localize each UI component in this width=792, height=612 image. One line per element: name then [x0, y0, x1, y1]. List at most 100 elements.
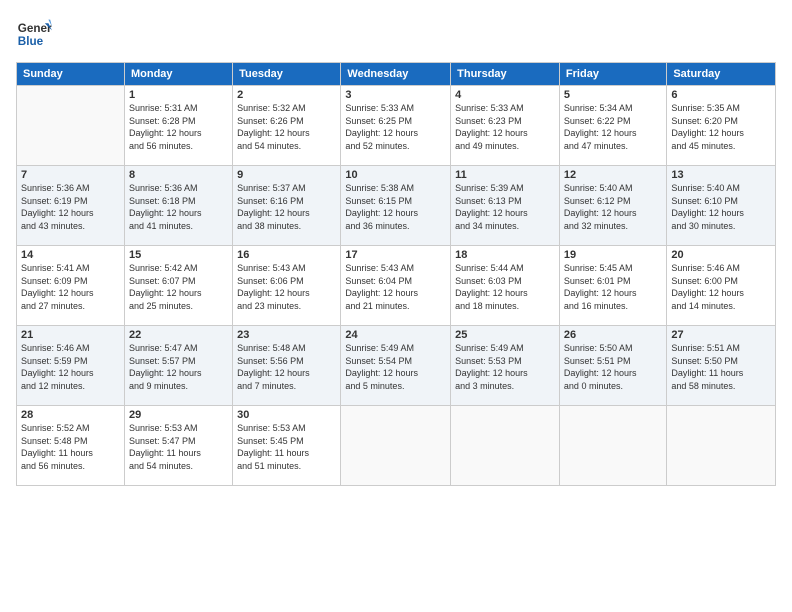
day-number: 8: [129, 169, 228, 181]
day-info: Sunrise: 5:50 AM Sunset: 5:51 PM Dayligh…: [564, 342, 662, 392]
day-info: Sunrise: 5:52 AM Sunset: 5:48 PM Dayligh…: [21, 422, 120, 472]
day-info: Sunrise: 5:40 AM Sunset: 6:10 PM Dayligh…: [671, 182, 771, 232]
weekday-header-tuesday: Tuesday: [233, 63, 341, 86]
weekday-header-thursday: Thursday: [451, 63, 560, 86]
calendar-cell: 15Sunrise: 5:42 AM Sunset: 6:07 PM Dayli…: [124, 246, 232, 326]
calendar-cell: 7Sunrise: 5:36 AM Sunset: 6:19 PM Daylig…: [17, 166, 125, 246]
calendar-cell: 20Sunrise: 5:46 AM Sunset: 6:00 PM Dayli…: [667, 246, 776, 326]
calendar-cell: 12Sunrise: 5:40 AM Sunset: 6:12 PM Dayli…: [559, 166, 666, 246]
day-info: Sunrise: 5:36 AM Sunset: 6:18 PM Dayligh…: [129, 182, 228, 232]
calendar-cell: 17Sunrise: 5:43 AM Sunset: 6:04 PM Dayli…: [341, 246, 451, 326]
day-info: Sunrise: 5:39 AM Sunset: 6:13 PM Dayligh…: [455, 182, 555, 232]
day-number: 14: [21, 249, 120, 261]
calendar-cell: 18Sunrise: 5:44 AM Sunset: 6:03 PM Dayli…: [451, 246, 560, 326]
day-number: 19: [564, 249, 662, 261]
day-number: 21: [21, 329, 120, 341]
calendar-cell: [667, 406, 776, 486]
calendar-cell: 25Sunrise: 5:49 AM Sunset: 5:53 PM Dayli…: [451, 326, 560, 406]
calendar-cell: 2Sunrise: 5:32 AM Sunset: 6:26 PM Daylig…: [233, 86, 341, 166]
day-info: Sunrise: 5:46 AM Sunset: 5:59 PM Dayligh…: [21, 342, 120, 392]
day-info: Sunrise: 5:40 AM Sunset: 6:12 PM Dayligh…: [564, 182, 662, 232]
day-info: Sunrise: 5:33 AM Sunset: 6:25 PM Dayligh…: [345, 102, 446, 152]
day-number: 30: [237, 409, 336, 421]
day-number: 7: [21, 169, 120, 181]
weekday-header-sunday: Sunday: [17, 63, 125, 86]
calendar-cell: 11Sunrise: 5:39 AM Sunset: 6:13 PM Dayli…: [451, 166, 560, 246]
day-info: Sunrise: 5:51 AM Sunset: 5:50 PM Dayligh…: [671, 342, 771, 392]
day-info: Sunrise: 5:42 AM Sunset: 6:07 PM Dayligh…: [129, 262, 228, 312]
day-info: Sunrise: 5:31 AM Sunset: 6:28 PM Dayligh…: [129, 102, 228, 152]
calendar-cell: 23Sunrise: 5:48 AM Sunset: 5:56 PM Dayli…: [233, 326, 341, 406]
calendar-cell: 19Sunrise: 5:45 AM Sunset: 6:01 PM Dayli…: [559, 246, 666, 326]
day-number: 1: [129, 89, 228, 101]
day-info: Sunrise: 5:35 AM Sunset: 6:20 PM Dayligh…: [671, 102, 771, 152]
day-number: 12: [564, 169, 662, 181]
day-number: 28: [21, 409, 120, 421]
calendar-cell: 8Sunrise: 5:36 AM Sunset: 6:18 PM Daylig…: [124, 166, 232, 246]
day-info: Sunrise: 5:32 AM Sunset: 6:26 PM Dayligh…: [237, 102, 336, 152]
day-number: 16: [237, 249, 336, 261]
page: General Blue SundayMondayTuesdayWednesda…: [0, 0, 792, 612]
logo: General Blue: [16, 16, 56, 52]
day-info: Sunrise: 5:45 AM Sunset: 6:01 PM Dayligh…: [564, 262, 662, 312]
calendar-cell: 14Sunrise: 5:41 AM Sunset: 6:09 PM Dayli…: [17, 246, 125, 326]
calendar-cell: 9Sunrise: 5:37 AM Sunset: 6:16 PM Daylig…: [233, 166, 341, 246]
calendar-cell: 27Sunrise: 5:51 AM Sunset: 5:50 PM Dayli…: [667, 326, 776, 406]
day-number: 22: [129, 329, 228, 341]
weekday-header-wednesday: Wednesday: [341, 63, 451, 86]
day-number: 18: [455, 249, 555, 261]
day-number: 2: [237, 89, 336, 101]
calendar-cell: [451, 406, 560, 486]
logo-icon: General Blue: [16, 16, 52, 52]
calendar-cell: 10Sunrise: 5:38 AM Sunset: 6:15 PM Dayli…: [341, 166, 451, 246]
calendar-cell: 29Sunrise: 5:53 AM Sunset: 5:47 PM Dayli…: [124, 406, 232, 486]
day-info: Sunrise: 5:38 AM Sunset: 6:15 PM Dayligh…: [345, 182, 446, 232]
day-number: 9: [237, 169, 336, 181]
calendar-cell: [559, 406, 666, 486]
calendar-week-row: 14Sunrise: 5:41 AM Sunset: 6:09 PM Dayli…: [17, 246, 776, 326]
day-info: Sunrise: 5:48 AM Sunset: 5:56 PM Dayligh…: [237, 342, 336, 392]
svg-text:Blue: Blue: [18, 35, 44, 48]
calendar-cell: 5Sunrise: 5:34 AM Sunset: 6:22 PM Daylig…: [559, 86, 666, 166]
day-number: 27: [671, 329, 771, 341]
weekday-header-monday: Monday: [124, 63, 232, 86]
day-info: Sunrise: 5:49 AM Sunset: 5:53 PM Dayligh…: [455, 342, 555, 392]
day-number: 10: [345, 169, 446, 181]
day-number: 11: [455, 169, 555, 181]
calendar-cell: [17, 86, 125, 166]
day-number: 24: [345, 329, 446, 341]
day-info: Sunrise: 5:47 AM Sunset: 5:57 PM Dayligh…: [129, 342, 228, 392]
day-number: 5: [564, 89, 662, 101]
calendar-cell: 26Sunrise: 5:50 AM Sunset: 5:51 PM Dayli…: [559, 326, 666, 406]
day-info: Sunrise: 5:43 AM Sunset: 6:04 PM Dayligh…: [345, 262, 446, 312]
day-number: 3: [345, 89, 446, 101]
day-info: Sunrise: 5:37 AM Sunset: 6:16 PM Dayligh…: [237, 182, 336, 232]
calendar-cell: 1Sunrise: 5:31 AM Sunset: 6:28 PM Daylig…: [124, 86, 232, 166]
day-number: 17: [345, 249, 446, 261]
weekday-header-saturday: Saturday: [667, 63, 776, 86]
day-number: 20: [671, 249, 771, 261]
weekday-header-row: SundayMondayTuesdayWednesdayThursdayFrid…: [17, 63, 776, 86]
calendar-cell: 22Sunrise: 5:47 AM Sunset: 5:57 PM Dayli…: [124, 326, 232, 406]
day-info: Sunrise: 5:49 AM Sunset: 5:54 PM Dayligh…: [345, 342, 446, 392]
calendar-table: SundayMondayTuesdayWednesdayThursdayFrid…: [16, 62, 776, 486]
calendar-cell: 6Sunrise: 5:35 AM Sunset: 6:20 PM Daylig…: [667, 86, 776, 166]
calendar-cell: 16Sunrise: 5:43 AM Sunset: 6:06 PM Dayli…: [233, 246, 341, 326]
calendar-cell: 30Sunrise: 5:53 AM Sunset: 5:45 PM Dayli…: [233, 406, 341, 486]
day-info: Sunrise: 5:43 AM Sunset: 6:06 PM Dayligh…: [237, 262, 336, 312]
day-info: Sunrise: 5:34 AM Sunset: 6:22 PM Dayligh…: [564, 102, 662, 152]
day-number: 29: [129, 409, 228, 421]
day-number: 26: [564, 329, 662, 341]
day-number: 23: [237, 329, 336, 341]
calendar-cell: 28Sunrise: 5:52 AM Sunset: 5:48 PM Dayli…: [17, 406, 125, 486]
day-info: Sunrise: 5:41 AM Sunset: 6:09 PM Dayligh…: [21, 262, 120, 312]
day-number: 15: [129, 249, 228, 261]
weekday-header-friday: Friday: [559, 63, 666, 86]
calendar-cell: 24Sunrise: 5:49 AM Sunset: 5:54 PM Dayli…: [341, 326, 451, 406]
day-number: 6: [671, 89, 771, 101]
day-info: Sunrise: 5:46 AM Sunset: 6:00 PM Dayligh…: [671, 262, 771, 312]
calendar-week-row: 1Sunrise: 5:31 AM Sunset: 6:28 PM Daylig…: [17, 86, 776, 166]
calendar-week-row: 7Sunrise: 5:36 AM Sunset: 6:19 PM Daylig…: [17, 166, 776, 246]
calendar-cell: 4Sunrise: 5:33 AM Sunset: 6:23 PM Daylig…: [451, 86, 560, 166]
day-number: 4: [455, 89, 555, 101]
